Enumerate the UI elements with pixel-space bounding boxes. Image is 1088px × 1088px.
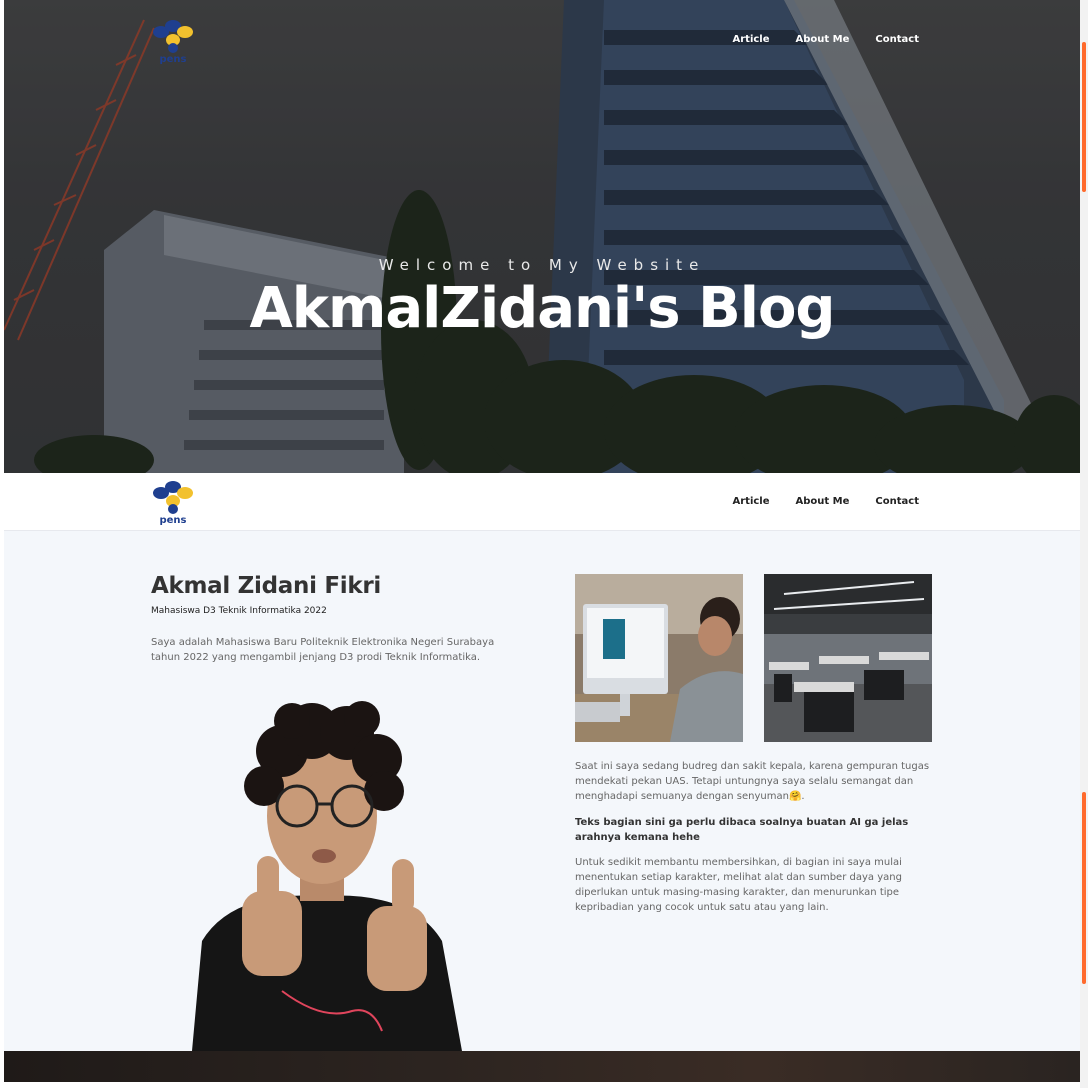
scrollbar[interactable]: [1080, 0, 1088, 1088]
about-paragraph-3: Untuk sedikit membantu membersihkan, di …: [575, 857, 902, 913]
hero-section: pens Article About Me Contact Welcome to…: [4, 0, 1080, 473]
page-frame: pens Article About Me Contact Welcome to…: [4, 0, 1080, 1082]
main-nav-menu: Article About Me Contact: [733, 496, 920, 507]
nav-link-about-me[interactable]: About Me: [796, 34, 850, 45]
photo-office-room: [764, 574, 932, 742]
pens-logo[interactable]: pens: [150, 18, 196, 64]
logo-text: pens: [159, 54, 186, 64]
nav-link-article[interactable]: Article: [733, 496, 770, 507]
about-section: Akmal Zidani Fikri Mahasiswa D3 Teknik I…: [4, 531, 1080, 1051]
hero-navbar: pens Article About Me Contact: [4, 12, 1080, 70]
nav-link-contact[interactable]: Contact: [875, 34, 919, 45]
hero-subtitle: Welcome to My Website: [378, 256, 706, 274]
hero-nav-menu: Article About Me Contact: [733, 34, 920, 45]
about-paragraph-2: Teks bagian sini ga perlu dibaca soalnya…: [575, 817, 909, 843]
photo-working-at-computer: [575, 574, 743, 742]
nav-link-article[interactable]: Article: [733, 34, 770, 45]
nav-link-contact[interactable]: Contact: [875, 496, 919, 507]
hero-title: AkmalZidani's Blog: [249, 276, 835, 341]
scroll-indicator-top[interactable]: [1082, 42, 1086, 192]
hero-overlay: [4, 0, 1080, 473]
next-section-preview: [4, 1051, 1080, 1082]
profile-photo: [192, 701, 462, 1051]
pens-logo[interactable]: pens: [150, 479, 196, 525]
profile-bio: Saya adalah Mahasiswa Baru Politeknik El…: [151, 637, 495, 663]
main-navbar: pens Article About Me Contact: [4, 473, 1080, 531]
nav-link-about-me[interactable]: About Me: [796, 496, 850, 507]
logo-text: pens: [159, 515, 186, 525]
profile-name: Akmal Zidani Fikri: [151, 573, 382, 599]
scroll-indicator-bottom[interactable]: [1082, 792, 1086, 984]
about-paragraph-1: Saat ini saya sedang budreg dan sakit ke…: [575, 761, 930, 802]
profile-role: Mahasiswa D3 Teknik Informatika 2022: [151, 606, 327, 616]
